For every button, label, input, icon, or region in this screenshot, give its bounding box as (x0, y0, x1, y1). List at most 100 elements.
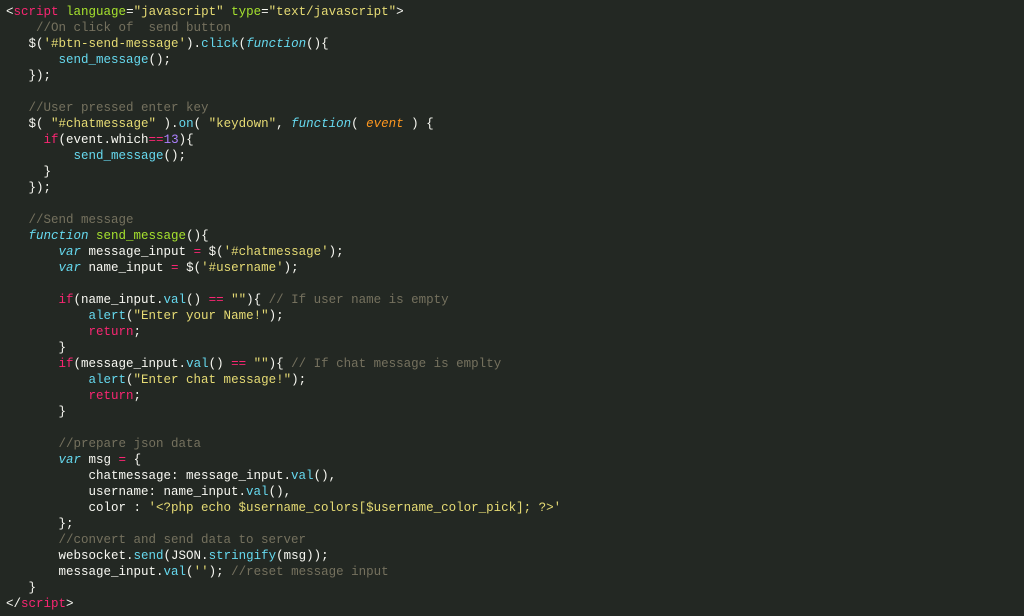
code-token: "Enter your Name!" (134, 309, 269, 323)
code-token: ( (194, 117, 209, 131)
code-line: message_input.val(''); //reset message i… (6, 564, 1018, 580)
code-line: } (6, 340, 1018, 356)
code-token: function (29, 229, 89, 243)
code-token: //prepare json data (59, 437, 202, 451)
code-token (224, 293, 232, 307)
code-line: function send_message(){ (6, 228, 1018, 244)
code-token: val (164, 565, 187, 579)
code-token: ( (186, 565, 194, 579)
code-token: var (59, 453, 82, 467)
code-token: ) { (404, 117, 434, 131)
code-token (6, 261, 59, 275)
code-token: == (209, 293, 224, 307)
code-line (6, 84, 1018, 100)
code-token: if (59, 357, 74, 371)
code-token: stringify (209, 549, 277, 563)
code-token: username: name_input. (6, 485, 246, 499)
code-line: } (6, 164, 1018, 180)
code-token: '' (194, 565, 209, 579)
code-token: "#chatmessage" (51, 117, 156, 131)
code-token (6, 21, 36, 35)
code-line: $( "#chatmessage" ).on( "keydown", funct… (6, 116, 1018, 132)
code-token (6, 213, 29, 227)
code-token (6, 293, 59, 307)
code-token (6, 453, 59, 467)
code-token: (); (164, 149, 187, 163)
code-line (6, 196, 1018, 212)
code-token: event (366, 117, 404, 131)
code-token: ); (291, 373, 306, 387)
code-token: > (66, 597, 74, 611)
code-token: //On click of send button (36, 21, 231, 35)
code-line: var name_input = $('#username'); (6, 260, 1018, 276)
code-line: //convert and send data to server (6, 532, 1018, 548)
code-token: function (246, 37, 306, 51)
code-token: "javascript" (134, 5, 224, 19)
code-token: "text/javascript" (269, 5, 397, 19)
code-token: color : (6, 501, 149, 515)
code-token: click (201, 37, 239, 51)
code-token (59, 5, 67, 19)
code-token: () (186, 293, 209, 307)
code-token: "Enter chat message!" (134, 373, 292, 387)
code-token: (), (314, 469, 337, 483)
code-token: //reset message input (231, 565, 389, 579)
code-token: //convert and send data to server (59, 533, 307, 547)
code-line: <script language="javascript" type="text… (6, 4, 1018, 20)
code-token: "" (254, 357, 269, 371)
code-token: val (246, 485, 269, 499)
code-token: = (126, 5, 134, 19)
code-token: ); (269, 309, 284, 323)
code-token: message_input (81, 245, 194, 259)
code-token: '#btn-send-message' (44, 37, 187, 51)
code-token: ){ (179, 133, 194, 147)
code-token: var (59, 261, 82, 275)
code-token: alert (89, 373, 127, 387)
code-token: // If chat message is emplty (291, 357, 501, 371)
code-line: if(event.which==13){ (6, 132, 1018, 148)
code-token (6, 373, 89, 387)
code-token: }); (6, 69, 51, 83)
code-line: //User pressed enter key (6, 100, 1018, 116)
code-token: > (396, 5, 404, 19)
code-token: '#chatmessage' (224, 245, 329, 259)
code-token: val (164, 293, 187, 307)
code-token: language (66, 5, 126, 19)
code-line: var msg = { (6, 452, 1018, 468)
code-line: websocket.send(JSON.stringify(msg)); (6, 548, 1018, 564)
code-token: } (6, 165, 51, 179)
code-line: } (6, 404, 1018, 420)
code-token: $( (6, 37, 44, 51)
code-token (246, 357, 254, 371)
code-token: ( (126, 309, 134, 323)
code-line: if(message_input.val() == ""){ // If cha… (6, 356, 1018, 372)
code-token: script (21, 597, 66, 611)
code-token (6, 133, 44, 147)
code-line: send_message(); (6, 52, 1018, 68)
code-token: on (179, 117, 194, 131)
code-token: (message_input. (74, 357, 187, 371)
code-token: if (44, 133, 59, 147)
code-token (6, 325, 89, 339)
code-line: //prepare json data (6, 436, 1018, 452)
code-token: } (6, 405, 66, 419)
code-token: "keydown" (209, 117, 277, 131)
code-token (6, 309, 89, 323)
code-token: chatmessage: message_input. (6, 469, 291, 483)
code-token: () (209, 357, 232, 371)
code-token: ); (329, 245, 344, 259)
code-token: alert (89, 309, 127, 323)
code-token (6, 229, 29, 243)
code-token (6, 357, 59, 371)
code-token (6, 533, 59, 547)
code-token (6, 149, 74, 163)
code-token: = (261, 5, 269, 19)
code-token: type (231, 5, 261, 19)
code-token: ){ (246, 293, 269, 307)
code-token: , (276, 117, 291, 131)
code-line: alert("Enter your Name!"); (6, 308, 1018, 324)
code-line: </script> (6, 596, 1018, 612)
code-token: return (89, 325, 134, 339)
code-line (6, 420, 1018, 436)
code-token: (); (149, 53, 172, 67)
